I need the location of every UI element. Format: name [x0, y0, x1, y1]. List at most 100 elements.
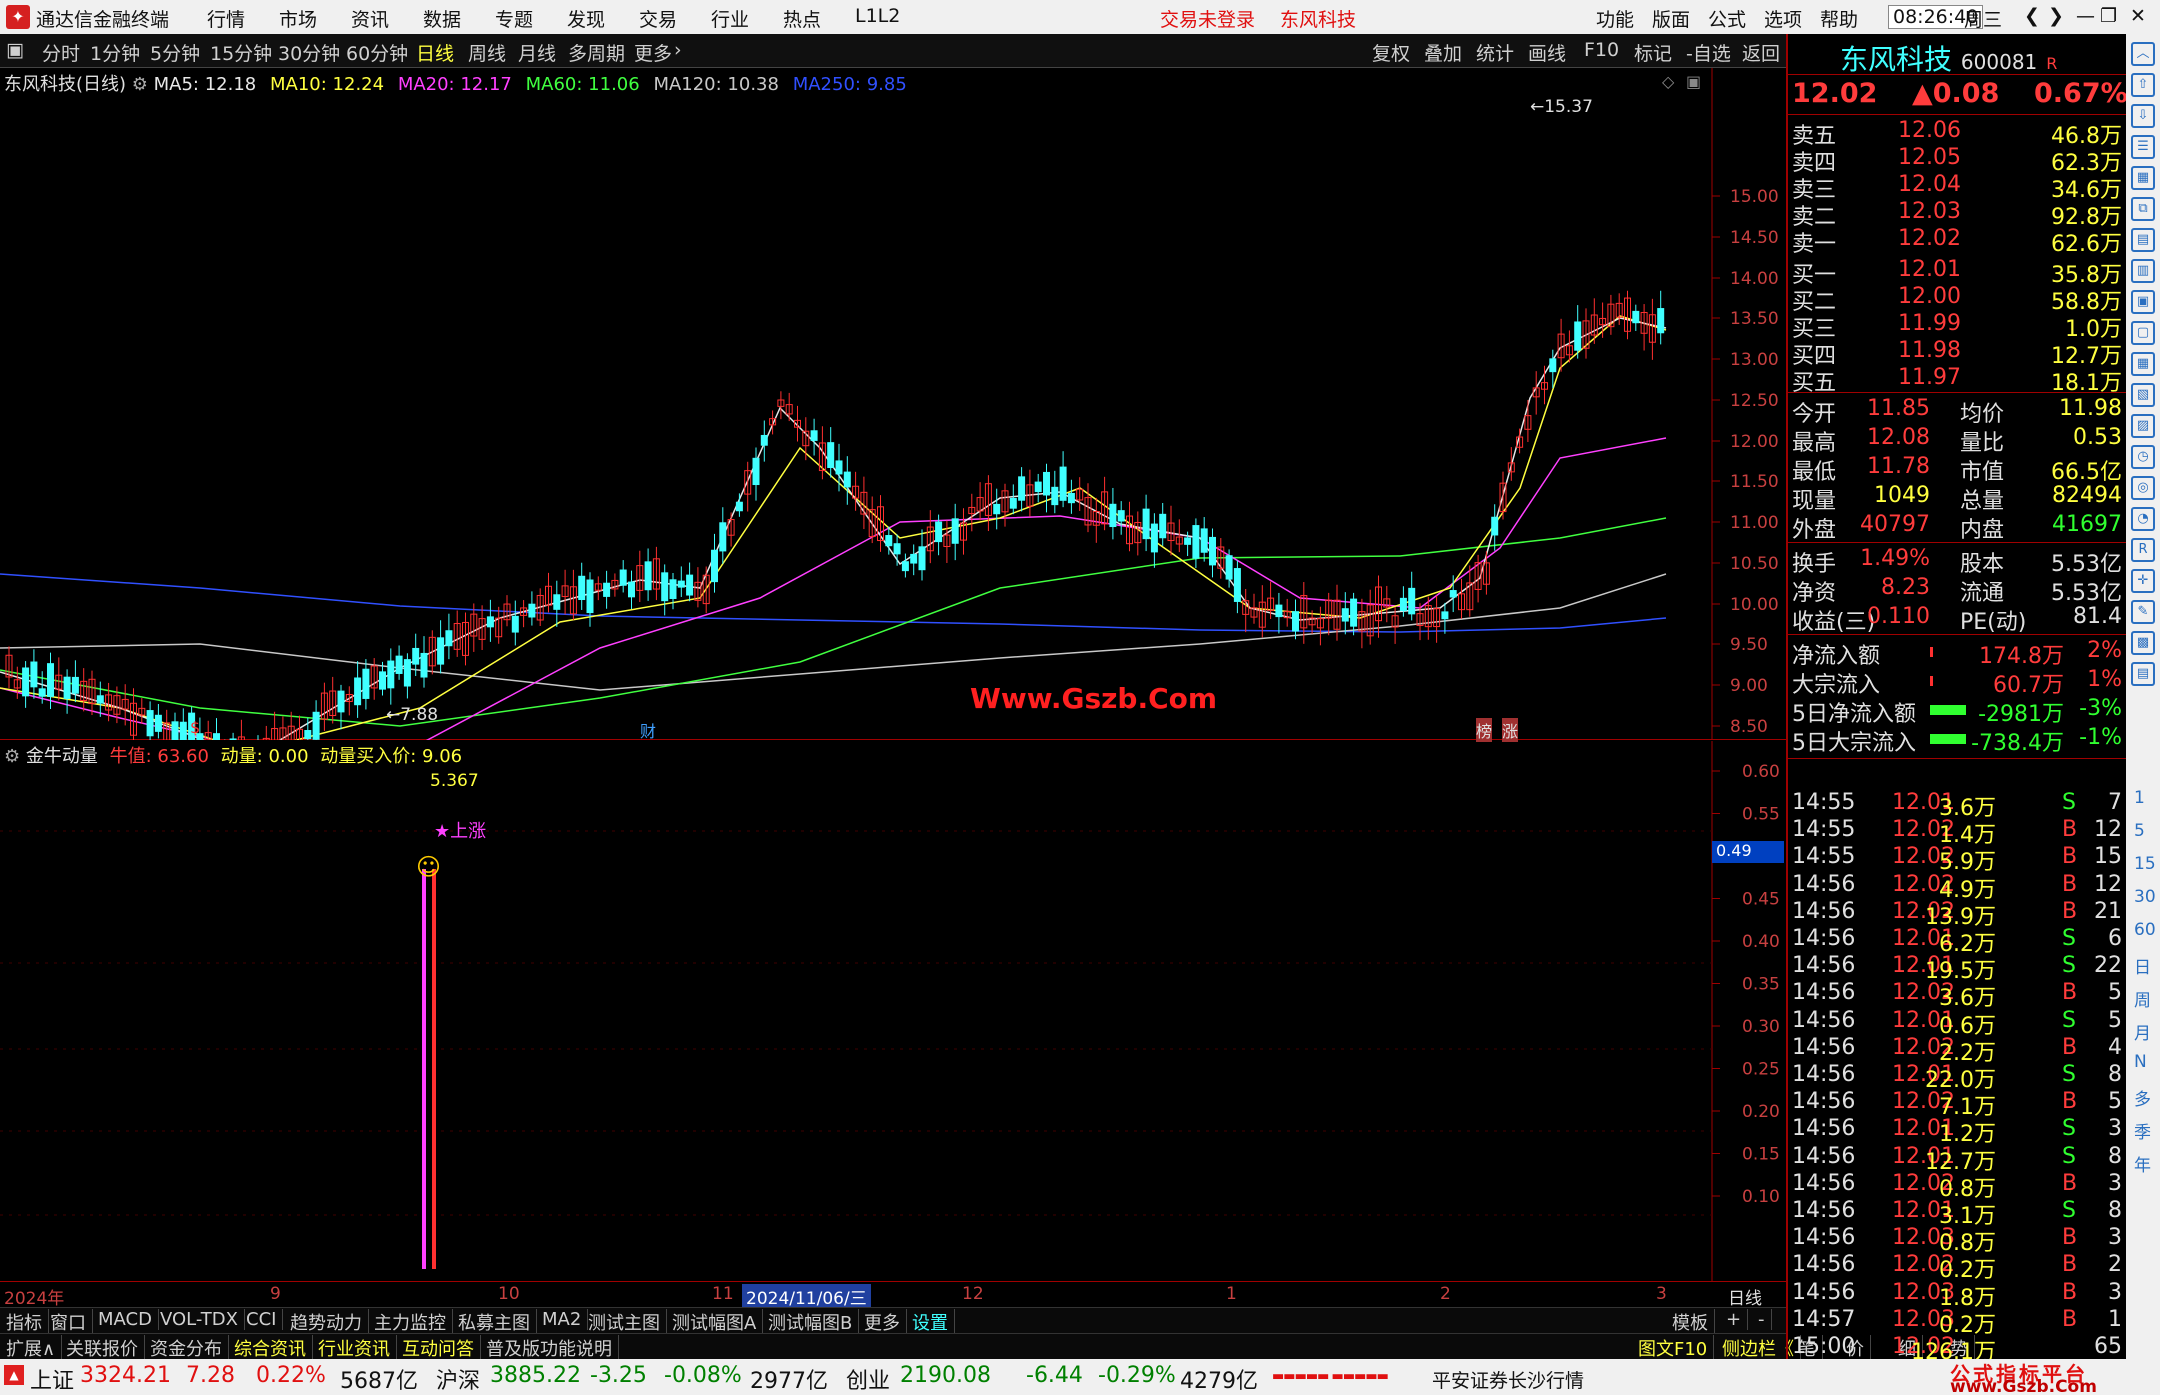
tab-remove[interactable]: -	[1752, 1309, 1772, 1330]
period-shortcut[interactable]: 季	[2134, 1118, 2151, 1143]
action-mark[interactable]: 标记	[1634, 39, 1672, 66]
doc-icon[interactable]: ▧	[2131, 383, 2155, 407]
indicator-svg[interactable]: 0.600.550.500.450.400.350.300.250.200.15…	[0, 741, 1786, 1281]
tab-test-sub-b[interactable]: 测试幅图B	[762, 1309, 860, 1335]
diamond-icon[interactable]: ◇	[1662, 72, 1674, 91]
sheet-icon[interactable]: ▤	[2131, 662, 2155, 686]
tab-indicator[interactable]: 指标	[0, 1309, 49, 1335]
period-multi[interactable]: 多周期	[568, 39, 625, 66]
period-shortcut[interactable]: N	[2134, 1052, 2147, 1072]
period-weekly[interactable]: 周线	[468, 39, 506, 66]
tab-test-sub-a[interactable]: 测试幅图A	[666, 1309, 764, 1335]
arrow-down-icon[interactable]: ⇩	[2131, 104, 2155, 128]
menu-industry[interactable]: 行业	[711, 5, 749, 32]
f2-icon[interactable]: ▨	[2131, 414, 2155, 438]
tab-related-quotes[interactable]: 关联报价	[60, 1335, 145, 1361]
menu-hot[interactable]: 热点	[783, 5, 821, 32]
period-shortcut[interactable]: 多	[2134, 1085, 2151, 1110]
expand-icon[interactable]: ▣	[1686, 72, 1701, 91]
menu-layout[interactable]: 版面	[1652, 5, 1690, 32]
menu-formula[interactable]: 公式	[1708, 5, 1746, 32]
tab-settings[interactable]: 设置	[906, 1309, 955, 1335]
tab-industry-news[interactable]: 行业资讯	[312, 1335, 397, 1361]
close-icon[interactable]: ✕	[2130, 5, 2146, 27]
tab-window[interactable]: 窗口	[44, 1309, 93, 1335]
tab-f10-chart[interactable]: 图文F10	[1632, 1335, 1715, 1361]
fin-icon[interactable]: ▢	[2131, 321, 2155, 345]
period-5min[interactable]: 5分钟	[150, 39, 200, 66]
period-shortcut[interactable]: 5	[2134, 821, 2145, 841]
menu-function[interactable]: 功能	[1596, 5, 1634, 32]
minimize-icon[interactable]: —	[2076, 5, 2095, 27]
fs-icon[interactable]: ▩	[2131, 631, 2155, 655]
menu-quotes[interactable]: 行情	[207, 5, 245, 32]
chevron-up-icon[interactable]: ︿	[2131, 42, 2155, 66]
period-daily[interactable]: 日线	[416, 39, 454, 66]
action-draw[interactable]: 画线	[1528, 39, 1566, 66]
cross-icon[interactable]: ✛	[2131, 569, 2155, 593]
action-f10[interactable]: F10	[1584, 39, 1619, 61]
candle-icon[interactable]: ▥	[2131, 259, 2155, 283]
tab-template[interactable]: 模板	[1666, 1309, 1715, 1335]
indicator-panel[interactable]: 0.600.550.500.450.400.350.300.250.200.15…	[0, 741, 1786, 1281]
menu-l1l2[interactable]: L1L2	[855, 5, 900, 27]
action-watchlist[interactable]: -自选	[1686, 39, 1731, 66]
action-stats[interactable]: 统计	[1476, 39, 1514, 66]
tab-expand[interactable]: 扩展∧	[0, 1335, 63, 1361]
panel-toggle-icon[interactable]: ▣	[6, 39, 24, 61]
tab-qa[interactable]: 互动问答	[396, 1335, 481, 1361]
cy-label[interactable]: 创业	[846, 1363, 890, 1395]
tab-main-monitor[interactable]: 主力监控	[368, 1309, 453, 1335]
menu-data[interactable]: 数据	[423, 5, 461, 32]
back-nav-icon[interactable]: ❮	[2024, 5, 2040, 27]
period-shortcut[interactable]: 60	[2134, 920, 2156, 940]
sh-label[interactable]: 上证	[30, 1363, 74, 1395]
tab-more[interactable]: 更多	[858, 1309, 907, 1335]
tab-cci[interactable]: CCI	[240, 1309, 284, 1330]
period-15min[interactable]: 15分钟	[210, 39, 272, 66]
settings-icon[interactable]: ⚙	[132, 74, 154, 95]
menu-news[interactable]: 资讯	[351, 5, 389, 32]
clock-icon[interactable]: ◷	[2131, 445, 2155, 469]
period-shortcut[interactable]: 年	[2134, 1151, 2151, 1176]
tab-fund-distribution[interactable]: 资金分布	[144, 1335, 229, 1361]
period-monthly[interactable]: 月线	[518, 39, 556, 66]
period-shortcut[interactable]: 日	[2134, 953, 2151, 978]
period-30min[interactable]: 30分钟	[278, 39, 340, 66]
tab-vol-tdx[interactable]: VOL-TDX	[154, 1309, 245, 1330]
pen-icon[interactable]: ✎	[2131, 600, 2155, 624]
tab-add[interactable]: +	[1720, 1309, 1749, 1330]
sz-label[interactable]: 沪深	[436, 1363, 480, 1395]
menu-market[interactable]: 市场	[279, 5, 317, 32]
tab-trend-power[interactable]: 趋势动力	[284, 1309, 369, 1335]
menu-trade[interactable]: 交易	[639, 5, 677, 32]
chart-icon[interactable]: ⧉	[2131, 197, 2155, 221]
tab-test-main[interactable]: 测试主图	[582, 1309, 667, 1335]
menu-topics[interactable]: 专题	[495, 5, 533, 32]
period-1min[interactable]: 1分钟	[90, 39, 140, 66]
period-shortcut[interactable]: 1	[2134, 788, 2145, 808]
kline-icon[interactable]: ▤	[2131, 228, 2155, 252]
menu-help[interactable]: 帮助	[1820, 5, 1858, 32]
tab-macd[interactable]: MACD	[92, 1309, 159, 1330]
tab-private-main[interactable]: 私募主图	[452, 1309, 537, 1335]
menu-discover[interactable]: 发现	[567, 5, 605, 32]
kline-svg[interactable]: 15.00 14.50 14.00 13.50 13.00 12.50 12.00 11.50…	[0, 68, 1786, 740]
period-intraday[interactable]: 分时	[42, 39, 80, 66]
restore-icon[interactable]: ❐	[2100, 5, 2117, 27]
rsi-icon[interactable]: R	[2131, 538, 2155, 562]
action-adjust[interactable]: 复权	[1372, 39, 1410, 66]
action-back[interactable]: 返回	[1742, 39, 1780, 66]
tab-general-news[interactable]: 综合资讯	[228, 1335, 313, 1361]
period-shortcut[interactable]: 月	[2134, 1019, 2151, 1044]
pie-icon[interactable]: ◔	[2131, 507, 2155, 531]
menu-options[interactable]: 选项	[1764, 5, 1802, 32]
grid-icon[interactable]: ▦	[2131, 166, 2155, 190]
kline-chart[interactable]: 15.00 14.50 14.00 13.50 13.00 12.50 12.00 11.50…	[0, 68, 1786, 742]
arrow-up-icon[interactable]: ⇧	[2131, 73, 2155, 97]
period-shortcut[interactable]: 15	[2134, 854, 2156, 874]
book-icon[interactable]: ▣	[2131, 290, 2155, 314]
tab-edition-info[interactable]: 普及版功能说明	[480, 1335, 619, 1361]
period-60min[interactable]: 60分钟	[346, 39, 408, 66]
circle-icon[interactable]: ◎	[2131, 476, 2155, 500]
